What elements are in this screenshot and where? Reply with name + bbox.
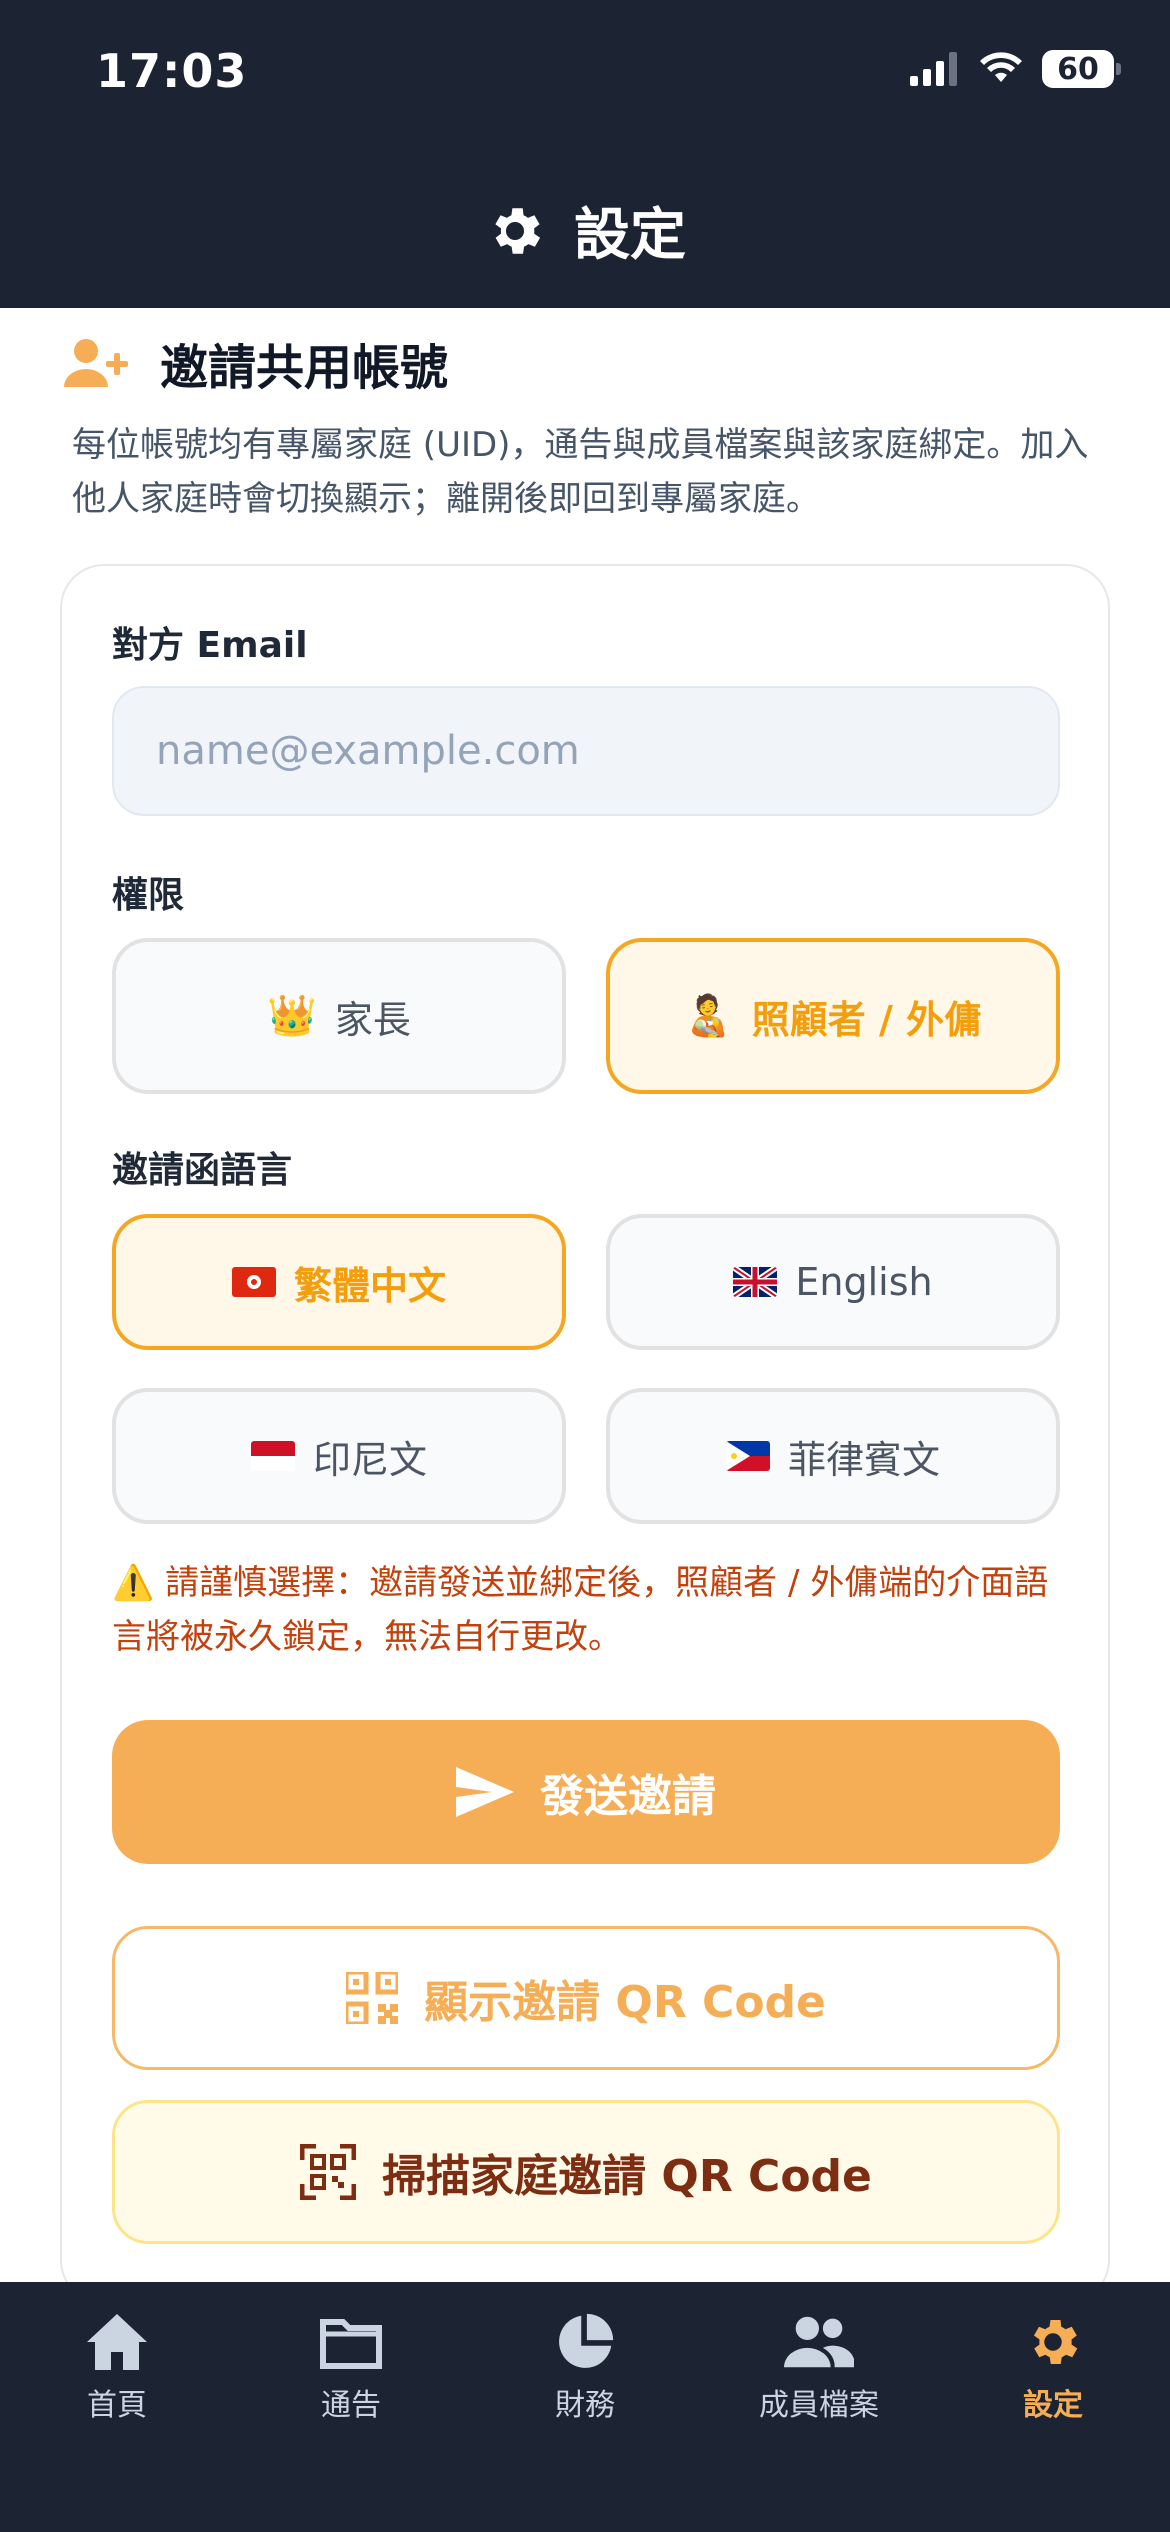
language-label-ph: 菲律賓文	[787, 1437, 940, 1482]
battery-indicator: 60	[1042, 50, 1121, 88]
warning-icon: ⚠️	[112, 1563, 155, 1603]
language-option-zh-hk[interactable]: 繁體中文	[112, 1214, 566, 1350]
scan-qr-label: 掃描家庭邀請 QR Code	[382, 2151, 872, 2202]
permission-parent-label: 家長	[334, 997, 411, 1042]
language-option-en[interactable]: English	[606, 1214, 1060, 1350]
tab-finance-label: 財務	[555, 2388, 615, 2423]
folder-icon	[320, 2319, 382, 2369]
add-user-icon	[64, 339, 128, 387]
send-icon	[456, 1767, 514, 1817]
home-icon	[87, 2314, 147, 2370]
show-qr-button[interactable]: 顯示邀請 QR Code	[112, 1926, 1060, 2070]
crown-icon: 👑	[267, 993, 317, 1039]
permission-parent-option[interactable]: 👑 家長	[112, 938, 566, 1094]
invite-card: 對方 Email 權限 👑 家長 🧑‍🍼 照顧者 / 外傭 邀請函語言 繁體中文	[60, 564, 1110, 2282]
signal-icon	[910, 52, 957, 86]
permission-caregiver-option[interactable]: 🧑‍🍼 照顧者 / 外傭	[606, 938, 1060, 1094]
header: 設定	[0, 190, 1170, 271]
scan-qr-button[interactable]: 掃描家庭邀請 QR Code	[112, 2100, 1060, 2244]
tab-settings[interactable]: 設定	[963, 2312, 1143, 2424]
email-input[interactable]	[112, 686, 1060, 816]
qr-scan-icon	[300, 2144, 357, 2200]
send-invite-label: 發送邀請	[540, 1771, 716, 1822]
section-title: 邀請共用帳號	[160, 340, 449, 396]
permission-label: 權限	[112, 875, 185, 916]
warning-text: 請謹慎選擇：邀請發送並綁定後，照顧者 / 外傭端的介面語言將被永久鎖定，無法自行…	[112, 1563, 1049, 1657]
content-area[interactable]: 邀請共用帳號 每位帳號均有專屬家庭 (UID)，通告與成員檔案與該家庭綁定。加入…	[0, 308, 1170, 2282]
qr-code-icon	[346, 1972, 399, 2024]
tab-home-label: 首頁	[87, 2388, 147, 2423]
tab-notices[interactable]: 通告	[261, 2312, 441, 2424]
section-header: 邀請共用帳號	[64, 328, 448, 398]
language-label: 邀請函語言	[112, 1150, 293, 1191]
gear-icon	[1034, 2320, 1078, 2364]
permission-caregiver-label: 照顧者 / 外傭	[751, 997, 983, 1042]
caregiver-icon: 🧑‍🍼	[683, 993, 734, 1039]
ph-flag-icon	[725, 1441, 770, 1471]
tab-home[interactable]: 首頁	[27, 2312, 207, 2424]
id-flag-icon	[250, 1441, 295, 1471]
gear-icon	[495, 207, 541, 254]
uk-flag-icon	[733, 1267, 778, 1297]
language-label-zh-hk: 繁體中文	[293, 1263, 446, 1308]
tab-members-label: 成員檔案	[759, 2388, 879, 2423]
status-time: 17:03	[96, 44, 248, 98]
tab-members[interactable]: 成員檔案	[729, 2312, 909, 2424]
top-bar: 17:03 60 設定	[0, 0, 1170, 308]
page-title: 設定	[574, 203, 686, 268]
language-warning: ⚠️ 請謹慎選擇：邀請發送並綁定後，照顧者 / 外傭端的介面語言將被永久鎖定，無…	[112, 1556, 1062, 1664]
show-qr-label: 顯示邀請 QR Code	[424, 1977, 826, 2028]
language-label-en: English	[795, 1260, 933, 1304]
bottom-tab-bar: 首頁 通告 財務 成員檔案 設定	[0, 2282, 1170, 2532]
language-option-ph[interactable]: 菲律賓文	[606, 1388, 1060, 1524]
tab-settings-label: 設定	[1023, 2388, 1083, 2423]
status-indicators: 60	[910, 50, 1121, 88]
section-description: 每位帳號均有專屬家庭 (UID)，通告與成員檔案與該家庭綁定。加入他人家庭時會切…	[72, 425, 1089, 519]
email-label: 對方 Email	[112, 625, 308, 666]
hk-flag-icon	[231, 1267, 276, 1297]
language-option-id[interactable]: 印尼文	[112, 1388, 566, 1524]
settings-screen: 17:03 60 設定 邀請共用帳號 每位帳號均有專屬家庭 (UID)，通告與成…	[0, 0, 1170, 2532]
tab-finance[interactable]: 財務	[495, 2312, 675, 2424]
pie-chart-icon	[559, 2313, 614, 2368]
people-icon	[784, 2316, 854, 2368]
send-invite-button[interactable]: 發送邀請	[112, 1720, 1060, 1864]
language-label-id: 印尼文	[312, 1437, 427, 1482]
tab-notices-label: 通告	[321, 2388, 381, 2423]
wifi-icon	[980, 52, 1022, 82]
